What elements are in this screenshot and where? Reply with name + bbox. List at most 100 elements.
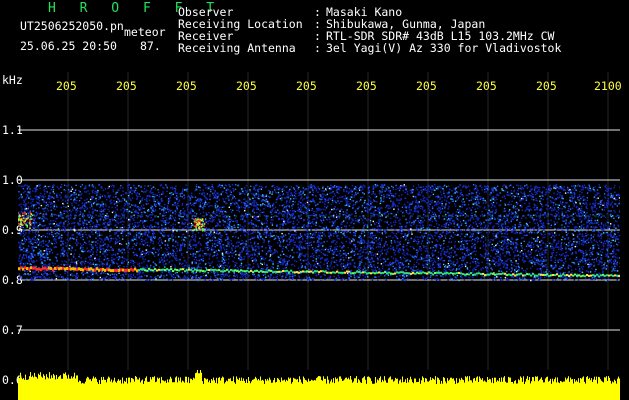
level-bar (367, 376, 368, 400)
level-bar (73, 376, 74, 400)
level-bar (368, 376, 369, 400)
level-bar (344, 379, 345, 400)
level-bar (226, 380, 227, 400)
meteor-count: 87. (140, 39, 161, 53)
level-bar (200, 370, 201, 400)
level-bar (179, 380, 180, 400)
level-bar (289, 378, 290, 400)
level-bar (600, 379, 601, 400)
level-bar (440, 383, 441, 400)
level-bar (286, 379, 287, 400)
noise-band (18, 184, 620, 282)
level-bar (539, 379, 540, 400)
level-bar (525, 381, 526, 400)
level-bar (410, 376, 411, 400)
level-bar (443, 377, 444, 400)
level-bar (362, 378, 363, 400)
level-bar (529, 377, 530, 400)
level-bar (448, 380, 449, 400)
level-bar (293, 377, 294, 400)
level-bar (482, 378, 483, 400)
level-bar (291, 383, 292, 400)
level-bar (574, 379, 575, 400)
level-bar (336, 379, 337, 400)
level-bar (533, 377, 534, 400)
level-bar (581, 378, 582, 400)
level-bar (391, 379, 392, 400)
level-bar (476, 377, 477, 400)
level-bar (49, 372, 50, 400)
level-bar (595, 379, 596, 400)
level-bar (450, 377, 451, 400)
level-bar (258, 379, 259, 400)
level-bar (44, 375, 45, 400)
level-bar (423, 377, 424, 400)
level-bar (237, 378, 238, 400)
level-bar (285, 381, 286, 400)
level-bar (474, 378, 475, 400)
level-bar (507, 382, 508, 400)
level-bar (94, 378, 95, 400)
level-bar (606, 376, 607, 400)
level-bar (438, 378, 439, 400)
level-bar (547, 376, 548, 400)
level-bar (515, 380, 516, 400)
level-bar (198, 373, 199, 400)
level-bar (206, 379, 207, 400)
level-bar (520, 376, 521, 400)
level-bar (41, 376, 42, 400)
level-bar (431, 380, 432, 400)
level-bar (522, 381, 523, 400)
level-bar (292, 382, 293, 400)
level-bar (386, 382, 387, 400)
level-bar (343, 380, 344, 400)
level-bar (194, 378, 195, 400)
level-bar (498, 381, 499, 400)
level-bar (432, 378, 433, 400)
level-bar (304, 378, 305, 400)
level-bar (546, 377, 547, 400)
level-bar (578, 378, 579, 400)
level-bar (544, 382, 545, 400)
level-bar (380, 376, 381, 400)
level-bar (497, 380, 498, 400)
level-bar (128, 377, 129, 400)
level-bar (136, 376, 137, 400)
level-bar (397, 378, 398, 400)
level-bar (188, 377, 189, 400)
level-bar (273, 380, 274, 400)
level-bar (154, 376, 155, 400)
level-bar (114, 377, 115, 400)
level-bar (408, 382, 409, 400)
level-bar (466, 377, 467, 400)
level-bar (185, 376, 186, 400)
level-bar (231, 381, 232, 400)
level-bar (168, 382, 169, 400)
level-bar (598, 376, 599, 400)
level-bar (576, 380, 577, 400)
level-bar (30, 372, 31, 400)
level-bar (314, 379, 315, 400)
level-bar (211, 379, 212, 400)
level-bar (135, 376, 136, 400)
level-bar (456, 378, 457, 400)
level-bar (350, 376, 351, 400)
level-bar (95, 377, 96, 400)
level-bar (71, 376, 72, 400)
level-bar (318, 376, 319, 400)
level-bar (184, 382, 185, 400)
level-bar (582, 377, 583, 400)
level-bar (25, 374, 26, 400)
level-bar (439, 379, 440, 400)
level-bar (370, 378, 371, 400)
level-bar (18, 375, 19, 400)
level-bar (501, 377, 502, 400)
level-bar (104, 379, 105, 400)
level-bar (133, 379, 134, 400)
level-bar (122, 377, 123, 400)
level-bar (319, 376, 320, 400)
level-bar (500, 381, 501, 400)
level-bar (187, 382, 188, 400)
level-bar (110, 381, 111, 400)
level-bar (235, 383, 236, 400)
